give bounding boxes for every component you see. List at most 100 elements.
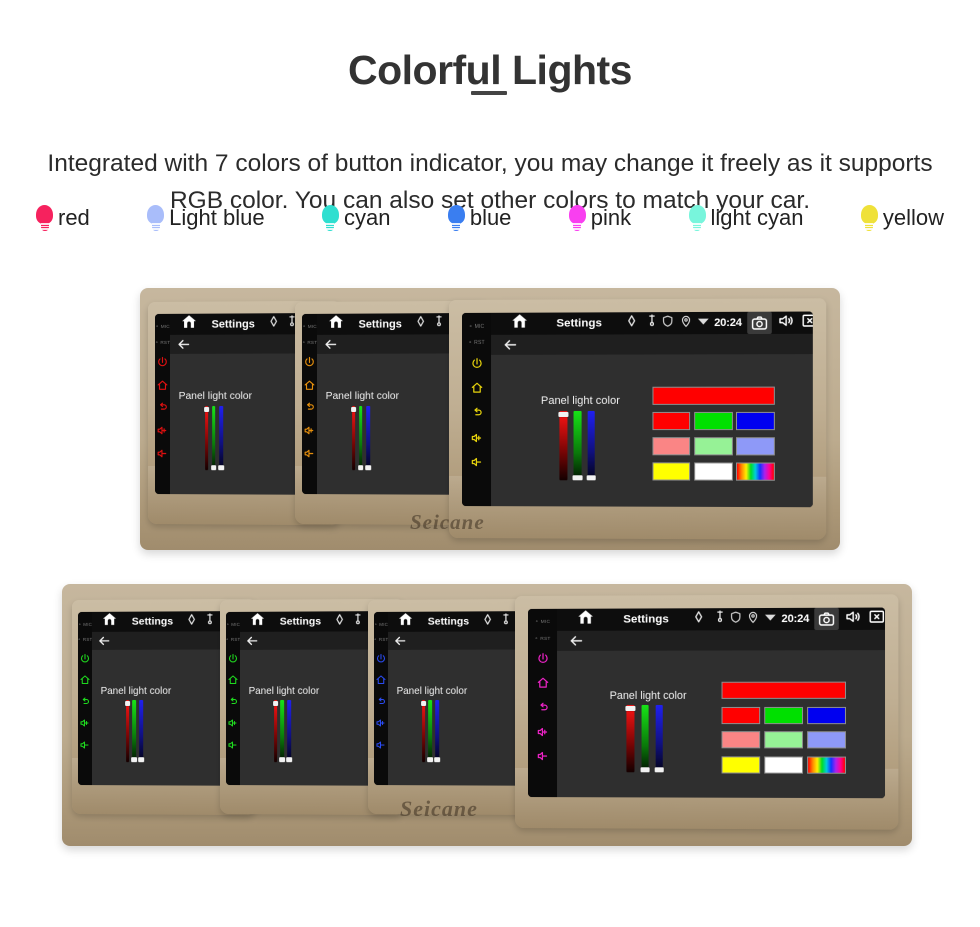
volume-icon[interactable]	[844, 608, 862, 631]
home-icon[interactable]	[576, 608, 595, 632]
volume-down-icon[interactable]	[470, 455, 484, 469]
color-swatch[interactable]	[652, 437, 691, 456]
home-icon[interactable]	[101, 611, 118, 633]
slider-thumb[interactable]	[210, 465, 217, 471]
slider-thumb[interactable]	[586, 475, 597, 481]
back-arrow-icon[interactable]	[97, 634, 111, 648]
slider-red[interactable]	[124, 699, 131, 763]
color-swatch[interactable]	[652, 462, 691, 481]
power-icon[interactable]	[536, 652, 550, 666]
back-icon[interactable]	[227, 695, 239, 707]
slider-red[interactable]	[203, 405, 210, 471]
slider-thumb[interactable]	[640, 767, 650, 773]
slider-red[interactable]	[350, 405, 357, 471]
slider-thumb[interactable]	[131, 757, 138, 762]
slider-blue[interactable]	[138, 699, 145, 763]
navigation-icon[interactable]	[183, 611, 199, 632]
location-pin-icon[interactable]	[431, 313, 447, 334]
close-box-icon[interactable]	[800, 312, 813, 335]
back-icon[interactable]	[536, 701, 550, 715]
color-swatch[interactable]	[807, 756, 847, 774]
slider-red[interactable]	[272, 699, 279, 763]
slider-red[interactable]	[625, 704, 636, 773]
color-swatch[interactable]	[721, 756, 761, 774]
slider-thumb[interactable]	[625, 705, 636, 712]
home-icon[interactable]	[536, 676, 550, 690]
location-pin-icon[interactable]	[644, 312, 661, 334]
color-swatch[interactable]	[694, 462, 733, 481]
home-icon[interactable]	[397, 611, 414, 633]
color-swatch[interactable]	[694, 412, 733, 430]
navigation-icon[interactable]	[623, 312, 640, 334]
color-swatch[interactable]	[764, 731, 804, 749]
home-icon[interactable]	[510, 312, 529, 336]
location-pin-icon[interactable]	[349, 611, 365, 632]
volume-up-icon[interactable]	[156, 424, 169, 437]
close-box-icon[interactable]	[868, 608, 885, 631]
camera-icon[interactable]	[746, 311, 772, 335]
slider-blue[interactable]	[286, 699, 293, 763]
slider-thumb[interactable]	[272, 700, 279, 706]
home-icon[interactable]	[327, 313, 345, 336]
navigation-icon[interactable]	[331, 611, 347, 632]
slider-thumb[interactable]	[217, 465, 224, 471]
slider-thumb[interactable]	[364, 465, 371, 471]
power-icon[interactable]	[303, 356, 316, 369]
home-icon[interactable]	[303, 379, 316, 392]
location-pin-icon[interactable]	[711, 608, 728, 630]
volume-up-icon[interactable]	[303, 424, 316, 437]
color-swatch[interactable]	[807, 731, 847, 749]
slider-thumb[interactable]	[279, 757, 286, 762]
back-arrow-icon[interactable]	[176, 337, 191, 352]
power-icon[interactable]	[156, 356, 169, 369]
volume-down-icon[interactable]	[375, 739, 387, 751]
slider-thumb[interactable]	[124, 700, 131, 706]
back-arrow-icon[interactable]	[245, 634, 259, 648]
home-icon[interactable]	[156, 379, 169, 392]
location-pin-icon[interactable]	[201, 611, 217, 632]
color-swatch[interactable]	[736, 437, 775, 456]
volume-down-icon[interactable]	[227, 739, 239, 751]
volume-up-icon[interactable]	[470, 431, 484, 445]
power-icon[interactable]	[79, 652, 91, 664]
slider-green[interactable]	[572, 410, 583, 481]
volume-up-icon[interactable]	[375, 717, 387, 729]
color-swatch[interactable]	[736, 462, 775, 481]
back-arrow-icon[interactable]	[502, 337, 518, 353]
home-icon[interactable]	[249, 611, 266, 633]
slider-green[interactable]	[357, 405, 364, 471]
back-icon[interactable]	[156, 401, 169, 414]
home-icon[interactable]	[79, 674, 91, 686]
home-icon[interactable]	[470, 381, 484, 395]
slider-thumb[interactable]	[654, 767, 665, 773]
slider-thumb[interactable]	[350, 406, 357, 412]
slider-green[interactable]	[131, 699, 138, 763]
location-pin-icon[interactable]	[497, 611, 513, 632]
back-arrow-icon[interactable]	[393, 634, 407, 648]
volume-down-icon[interactable]	[156, 447, 169, 460]
color-swatch[interactable]	[736, 412, 775, 430]
slider-red[interactable]	[558, 410, 569, 481]
slider-thumb[interactable]	[572, 475, 583, 481]
navigation-icon[interactable]	[412, 313, 428, 334]
volume-down-icon[interactable]	[79, 739, 91, 751]
color-swatch[interactable]	[764, 756, 804, 774]
volume-up-icon[interactable]	[79, 717, 91, 729]
slider-thumb[interactable]	[357, 465, 364, 471]
slider-thumb[interactable]	[286, 757, 293, 762]
color-swatch[interactable]	[764, 706, 804, 724]
back-icon[interactable]	[303, 401, 316, 414]
color-swatch[interactable]	[694, 437, 733, 456]
slider-blue[interactable]	[586, 410, 597, 481]
power-icon[interactable]	[375, 652, 387, 664]
power-icon[interactable]	[470, 357, 484, 371]
home-icon[interactable]	[227, 674, 239, 686]
back-arrow-icon[interactable]	[568, 633, 584, 649]
color-swatch[interactable]	[721, 731, 761, 749]
slider-green[interactable]	[427, 699, 434, 763]
slider-green[interactable]	[640, 704, 650, 773]
volume-down-icon[interactable]	[536, 749, 550, 763]
slider-thumb[interactable]	[558, 411, 569, 418]
camera-icon[interactable]	[814, 607, 839, 631]
slider-thumb[interactable]	[138, 757, 145, 762]
